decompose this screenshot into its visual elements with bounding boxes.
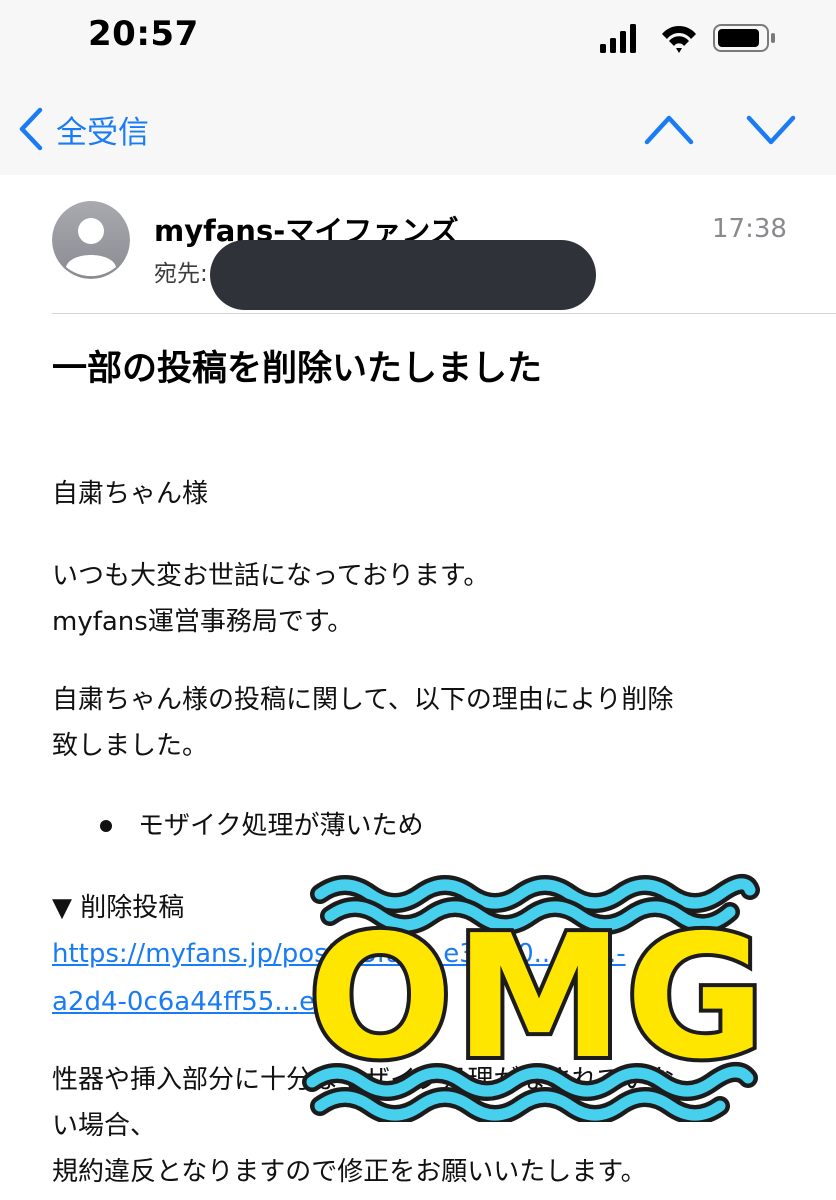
previous-message-button[interactable] (644, 110, 694, 150)
body-reason-2: 致しました。 (52, 731, 209, 761)
status-bar: 20:57 (0, 0, 836, 80)
bullet-item: モザイク処理が薄いため (138, 811, 424, 841)
avatar[interactable] (52, 201, 130, 279)
chevron-up-icon (644, 115, 694, 145)
deleted-post-heading: ▼ 削除投稿 (52, 893, 185, 923)
body-greeting: 自粛ちゃん様 (52, 479, 209, 509)
deleted-post-link-line-2[interactable]: a2d4-0c6a44ff55...e (52, 982, 315, 1022)
omg-sticker: OMG (300, 872, 770, 1122)
nav-bar: 全受信 (0, 80, 836, 175)
body-closing-3: 規約違反となりますので修正をお願いいたします。 (52, 1157, 647, 1187)
next-message-button[interactable] (746, 110, 796, 150)
person-icon (52, 201, 130, 279)
recipient-label: 宛先: (154, 261, 208, 287)
body-intro-1: いつも大変お世話になっております。 (52, 561, 490, 591)
header-divider (52, 313, 836, 314)
back-label: 全受信 (56, 114, 149, 151)
body-reason-1: 自粛ちゃん様の投稿に関して、以下の理由により削除 (52, 685, 674, 715)
wifi-icon (662, 25, 696, 53)
omg-text: OMG (304, 895, 769, 1101)
body-intro-2: myfans運営事務局です。 (52, 607, 354, 637)
status-icons (600, 24, 775, 53)
back-button[interactable]: 全受信 (18, 106, 149, 152)
email-subject: 一部の投稿を削除いたしました (52, 349, 543, 389)
bullet-dot (100, 820, 112, 832)
sent-time: 17:38 (712, 214, 787, 244)
status-time: 20:57 (88, 14, 199, 54)
cellular-signal-icon (600, 24, 636, 53)
chevron-left-icon (19, 107, 43, 151)
body-closing-2: い場合、 (52, 1111, 157, 1141)
battery-icon (713, 24, 775, 52)
chevron-down-icon (746, 115, 796, 145)
redaction-overlay (210, 240, 596, 310)
